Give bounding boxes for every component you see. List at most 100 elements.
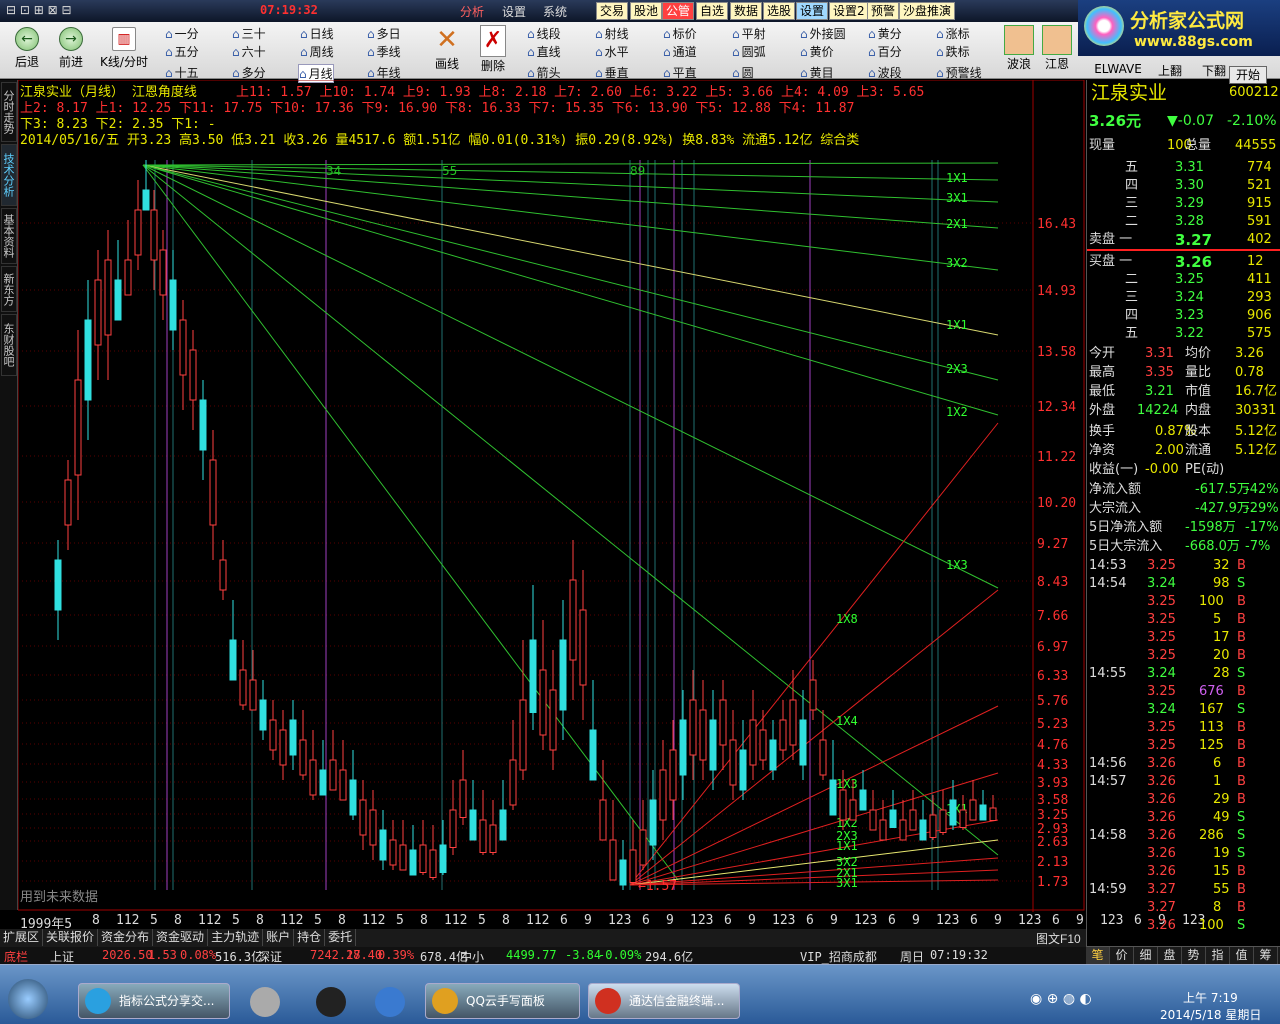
fan-label-top: 2X1 — [946, 217, 968, 231]
buy-level: 三 3.24 293 — [1087, 289, 1280, 307]
tool-down-mark[interactable]: 跌标 — [936, 43, 970, 60]
quote-tab-7[interactable]: 筹 — [1254, 947, 1278, 964]
page-up-button[interactable]: 上翻 — [1150, 62, 1190, 79]
tool-horizontal[interactable]: 水平 — [595, 43, 629, 60]
period-quarter[interactable]: 季线 — [367, 43, 401, 60]
gann-button[interactable]: 江恩 — [1040, 25, 1074, 72]
btn-screen[interactable]: 选股 — [763, 2, 796, 20]
task-formula[interactable]: 指标公式分享交... — [78, 983, 230, 1019]
wave-button[interactable]: 波浪 — [1002, 25, 1036, 72]
btn-watchlist[interactable]: 自选 — [696, 2, 729, 20]
quote-tab-0[interactable]: 笔 — [1086, 947, 1110, 964]
gann-fan-line — [142, 164, 999, 589]
tool-circle[interactable]: 圆 — [732, 64, 754, 81]
ext-tab-7[interactable]: 委托 — [325, 929, 357, 946]
ext-tab-2[interactable]: 资金分布 — [98, 929, 154, 946]
period-week[interactable]: 周线 — [300, 43, 334, 60]
leftnav-tech[interactable]: 技术分析 — [1, 144, 17, 206]
ext-tab-6[interactable]: 持仓 — [294, 929, 326, 946]
tool-flat[interactable]: 平直 — [663, 64, 697, 81]
ext-tab-3[interactable]: 资金驱动 — [153, 929, 209, 946]
tool-flat-ray[interactable]: 平射 — [732, 25, 766, 42]
draw-line-button[interactable]: ✕ 画线 — [430, 25, 464, 72]
period-5min[interactable]: 五分 — [165, 43, 199, 60]
ext-tab-0[interactable]: 扩展区 — [0, 929, 44, 946]
tray-icons[interactable]: ◉ ⊕ ◍ ◐ — [1030, 991, 1092, 1007]
clock-time[interactable]: 上午 7:19 — [1183, 989, 1238, 1006]
taskbar-app-icon[interactable] — [375, 987, 405, 1017]
menu-analysis[interactable]: 分析 — [460, 3, 484, 20]
menu-system[interactable]: 系统 — [543, 3, 567, 20]
btn-manage[interactable]: 公管 — [662, 2, 695, 20]
tool-mark-price[interactable]: 标价 — [663, 25, 697, 42]
period-day[interactable]: 日线 — [300, 25, 334, 42]
quote-tab-6[interactable]: 值 — [1230, 947, 1254, 964]
leftnav-basic[interactable]: 基本资料 — [1, 208, 17, 264]
btn-alert[interactable]: 预警 — [867, 2, 900, 20]
tool-line[interactable]: 直线 — [527, 43, 561, 60]
period-15min[interactable]: 十五 — [165, 64, 199, 81]
tool-alert-line[interactable]: 预警线 — [936, 64, 982, 81]
btn-settings2[interactable]: 设置2 — [829, 2, 869, 20]
tool-vertical[interactable]: 垂直 — [595, 64, 629, 81]
quote-tab-4[interactable]: 势 — [1182, 947, 1206, 964]
buy-level-cell: 买盘 一 — [1089, 254, 1133, 269]
menu-settings[interactable]: 设置 — [502, 3, 526, 20]
period-year[interactable]: 年线 — [367, 64, 401, 81]
leftnav-xdf[interactable]: 新东方 — [1, 266, 17, 312]
ext-tab-1[interactable]: 关联报价 — [43, 929, 99, 946]
flow-row-cell: -17% — [1245, 520, 1279, 535]
tick-row-cell: 3.27 — [1147, 900, 1176, 915]
page-down-button[interactable]: 下翻 — [1196, 62, 1232, 79]
task-tdx[interactable]: 通达信金融终端... — [588, 983, 740, 1019]
btn-pool[interactable]: 股池 — [630, 2, 663, 20]
taskbar-ie-icon[interactable] — [250, 987, 280, 1017]
forward-button[interactable]: → 前进 — [54, 27, 88, 70]
taskbar-qq-icon[interactable] — [316, 987, 346, 1017]
app-icon[interactable]: ⊟ ⊡ ⊞ ⊠ ⊟ — [6, 3, 72, 17]
btn-trade[interactable]: 交易 — [596, 2, 629, 20]
tool-up-mark[interactable]: 涨标 — [936, 25, 970, 42]
kline-minute-button[interactable]: ▥ K线/分时 — [98, 27, 150, 70]
period-30min[interactable]: 三十 — [232, 25, 266, 42]
tick-row-cell: 3.26 — [1147, 774, 1176, 789]
clock-date[interactable]: 2014/5/18 星期日 — [1160, 1006, 1261, 1023]
kline-chart[interactable]: 16.43 14.93 13.58 12.34 11.22 10.20 9.27 8.43 7.… — [18, 80, 1086, 931]
tool-percent[interactable]: 百分 — [868, 43, 902, 60]
start-orb[interactable] — [8, 979, 48, 1019]
leftnav-minute[interactable]: 分时走势 — [1, 82, 17, 142]
tool-golden-split[interactable]: 黄分 — [868, 25, 902, 42]
leftnav-forum[interactable]: 东财股吧 — [1, 314, 17, 376]
btn-sandbox[interactable]: 沙盘推演 — [899, 2, 956, 20]
tool-golden-target[interactable]: 黄目 — [800, 64, 834, 81]
draw-cross-icon: ✕ — [436, 25, 458, 55]
f10-button[interactable]: 图文F10 — [1036, 930, 1081, 947]
btn-settings[interactable]: 设置 — [796, 2, 829, 20]
task-qq-handwrite[interactable]: QQ云手写面板 — [425, 983, 580, 1019]
tool-golden-price[interactable]: 黄价 — [800, 43, 834, 60]
quote-tab-3[interactable]: 盘 — [1158, 947, 1182, 964]
tool-ray[interactable]: 射线 — [595, 25, 629, 42]
period-1min[interactable]: 一分 — [165, 25, 199, 42]
tool-segment[interactable]: 线段 — [527, 25, 561, 42]
tool-arrow[interactable]: 箭头 — [527, 64, 561, 81]
btn-data[interactable]: 数据 — [730, 2, 763, 20]
tool-wave-band[interactable]: 波段 — [868, 64, 902, 81]
delete-drawing-button[interactable]: ✗ 删除 — [476, 25, 510, 74]
ext-tab-5[interactable]: 账户 — [263, 929, 295, 946]
tool-arc[interactable]: 圆弧 — [732, 43, 766, 60]
tool-channel[interactable]: 通道 — [663, 43, 697, 60]
quote-tab-5[interactable]: 指 — [1206, 947, 1230, 964]
back-button[interactable]: ← 后退 — [10, 27, 44, 70]
period-multimin[interactable]: 多分 — [232, 64, 266, 81]
quote-tab-2[interactable]: 细 — [1134, 947, 1158, 964]
quote-tab-1[interactable]: 价 — [1110, 947, 1134, 964]
tick-row-cell: 32 — [1213, 558, 1230, 573]
period-60min[interactable]: 六十 — [232, 43, 266, 60]
ext-tab-4[interactable]: 主力轨迹 — [208, 929, 264, 946]
period-multiday[interactable]: 多日 — [367, 25, 401, 42]
elwave-button[interactable]: ELWAVE — [1094, 62, 1142, 76]
gann-fan-line — [142, 164, 999, 381]
book-divider — [1087, 249, 1280, 251]
tool-circumcircle[interactable]: 外接圆 — [800, 25, 846, 42]
